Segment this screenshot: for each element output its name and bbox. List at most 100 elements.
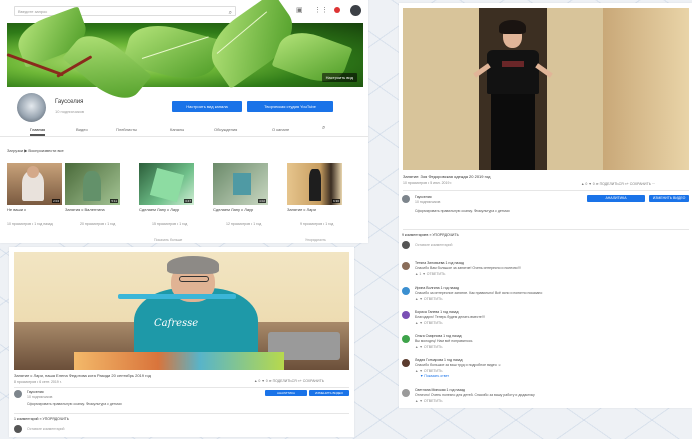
comment-text: Вы молодец! Нам всё понравилось [415,339,473,343]
comment-text: Отлично! Очень полезно для детей. Спасиб… [415,393,535,397]
commenter-avatar [402,311,410,319]
video-title[interactable]: Занятие с Лари [287,207,347,212]
divider [403,229,689,230]
commenter-avatar [402,389,410,397]
like-share-bar[interactable]: ▲ 0 ▼ 0 ➦ ПОДЕЛИТЬСЯ ≡+ СОХРАНИТЬ [254,379,324,383]
comment-item: Тетяна Зиновьева 1 год назад Спасибо Вам… [399,261,692,279]
comment-item: Бориса Ганева 1 год назад Благодарю! Теп… [399,310,692,328]
channel-search-icon[interactable]: ⌕ [322,125,325,132]
comment-text: Спасибо большое за ваш труд и подробное … [415,363,502,367]
video-glasses [179,276,209,282]
video-title[interactable]: Занятия с Валентина [65,207,125,212]
analytics-button[interactable]: АНАЛИТИКА [587,195,645,202]
show-replies-link[interactable]: ▼ Показать ответ [420,374,449,378]
comment-text: Спасибо Вам большое за занятие! Очень ин… [415,266,521,270]
video-meta: 15 просмотров • 1 год [152,222,188,226]
thumb-card [149,167,185,203]
comment-actions[interactable]: ▲ ▼ ОТВЕТИТЬ [415,321,443,325]
video-thumbnail[interactable]: 5:11 [65,163,120,205]
video-duration: 4:02 [258,199,266,203]
uploads-section-title[interactable]: Загрузки ▶ Воспроизвести все [7,148,64,153]
video-title[interactable]: Сделаем Лапу с Лаур [139,207,199,212]
upload-icon[interactable]: ▣ [296,6,303,14]
video-meta: 8 просмотров • 6 сент. 2019 г. [14,380,62,384]
comment-item: Ольга Смирнова 1 год назад Вы молодец! Н… [399,334,692,352]
commenter-name[interactable]: Светлана Минская 1 год назад [415,388,465,392]
video-title[interactable]: Не ваши с [7,207,67,212]
video-player[interactable]: Cafresse [14,252,349,370]
divider [14,387,349,388]
comment-item: Лидия Гончарова 1 год назад Спасибо боль… [399,358,692,380]
comment-text: Спасибо за интересное занятие. Как прави… [415,291,543,295]
video-description: Сформировать правильную осанку. Физкульт… [415,209,510,213]
channel-name: Гаусселия [55,99,84,105]
video-thumbnail[interactable]: 4:02 [213,163,268,205]
channel-page-screenshot: Введите запрос ⌕ ▣ ⋮⋮ Настроить вид Гаус… [0,0,368,243]
subscriber-count: 10 подписчиков [55,109,85,114]
magnifier-icon[interactable]: ⌕ [229,8,232,18]
commenter-name[interactable]: Ирина Волгина 1 год назад [415,286,459,290]
author-avatar [402,195,410,203]
commenter-name[interactable]: Лидия Гончарова 1 год назад [415,358,463,362]
video-duration: 3:47 [184,199,192,203]
author-avatar [14,390,22,398]
account-avatar[interactable] [350,5,361,16]
comment-actions[interactable]: ▲ ▼ ОТВЕТИТЬ [415,369,443,373]
tab-playlists[interactable]: Плейлисты [116,127,137,132]
video-thumbnail[interactable]: 3:47 [139,163,194,205]
customize-channel-button[interactable]: Настроить вид канала [172,101,242,112]
comment-actions[interactable]: ▲ 1 ▼ ОТВЕТИТЬ [415,272,445,276]
video-torso [487,50,539,94]
video-foreground-objects [74,352,284,370]
comment-item: Ирина Волгина 1 год назад Спасибо за инт… [399,286,692,304]
thumb-head [27,166,39,178]
video-page-screenshot: Cafresse Занятие с Лари, наша Елена Федо… [9,247,354,437]
comment-actions[interactable]: ▲ ▼ ОТВЕТИТЬ [415,297,443,301]
commenter-name[interactable]: Ольга Смирнова 1 год назад [415,334,462,338]
tab-home[interactable]: Главная [30,127,46,136]
sort-link[interactable]: Упорядочить [305,238,326,242]
video-player[interactable] [403,8,689,170]
video-hair [499,20,526,34]
video-title[interactable]: Сделаем Лапу с Лаур [213,207,273,212]
thumb-object [233,173,251,195]
comment-actions[interactable]: ▲ ▼ ОТВЕТИТЬ [415,345,443,349]
video-duration: 2:04 [52,199,60,203]
tab-about[interactable]: О канале [272,127,289,132]
commenter-name[interactable]: Бориса Ганева 1 год назад [415,310,459,314]
search-input[interactable]: Введите запрос ⌕ [14,6,236,16]
video-wall [603,8,689,170]
analytics-button[interactable]: АНАЛИТИКА [265,390,307,396]
like-share-bar[interactable]: ▲ 0 ▼ 0 ➦ ПОДЕЛИТЬСЯ ≡+ СОХРАНИТЬ ··· [581,182,655,186]
add-comment-input[interactable]: Оставьте комментарий [415,243,452,247]
comment-actions[interactable]: ▲ ▼ ОТВЕТИТЬ [415,399,443,403]
apps-icon[interactable]: ⋮⋮ [314,6,328,14]
divider [14,413,349,414]
edit-video-button[interactable]: ИЗМЕНИТЬ ВИДЕО [309,390,349,396]
comments-count[interactable]: 9 комментариев ≡ УПОРЯДОЧИТЬ [402,233,459,237]
my-avatar [14,425,22,433]
tab-channels[interactable]: Каналы [170,127,184,132]
channel-banner: Настроить вид [6,0,363,110]
notification-badge-icon[interactable] [334,7,340,13]
video-legs [491,94,535,170]
shirt-print [502,61,524,67]
creator-studio-button[interactable]: Творческая студия YouTube [247,101,333,112]
comments-count[interactable]: 1 комментарий ≡ УПОРЯДОЧИТЬ [14,417,69,421]
edit-video-button[interactable]: ИЗМЕНИТЬ ВИДЕО [649,195,689,202]
author-name: Гаусселия [27,390,44,394]
show-more-link[interactable]: Показать больше [154,238,182,242]
video-thumbnail[interactable]: 6:30 [287,163,342,205]
tab-videos[interactable]: Видео [76,127,88,132]
commenter-avatar [402,262,410,270]
video-thumbnail[interactable]: 2:04 [7,163,62,205]
comments-page-screenshot: Занятие: Зоя Федоровская одежда 20 2019 … [399,3,692,408]
thumb-person [83,171,101,201]
add-comment-input[interactable]: Оставьте комментарий [27,427,64,431]
author-subs: 10 подписчиков [415,200,441,204]
commenter-name[interactable]: Тетяна Зиновьева 1 год назад [415,261,464,265]
commenter-avatar [402,287,410,295]
customize-banner-button[interactable]: Настроить вид [321,73,357,82]
channel-tabs: Главная Видео Плейлисты Каналы Обсуждени… [0,124,368,137]
tab-discussion[interactable]: Обсуждения [214,127,237,132]
